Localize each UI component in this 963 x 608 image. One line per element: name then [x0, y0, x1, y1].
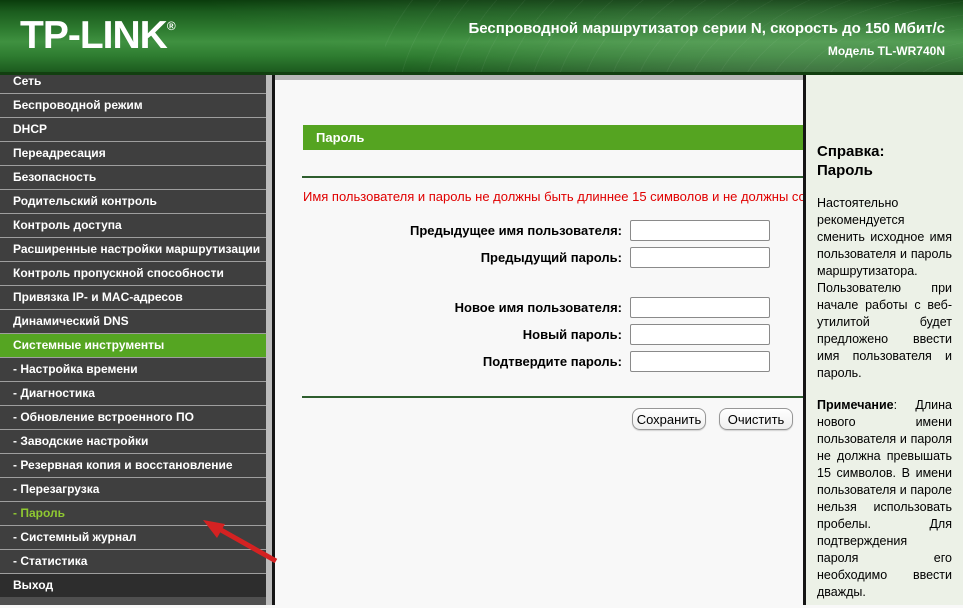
router-model: Модель TL-WR740N: [827, 44, 945, 58]
divider-bottom: [302, 396, 803, 398]
form-row: Новое имя пользователя:: [275, 294, 803, 321]
header: TP-LINK® Беспроводной маршрутизатор сери…: [0, 0, 963, 75]
save-button[interactable]: Сохранить: [632, 408, 706, 430]
body: Сеть Беспроводной режим DHCP Переадресация Б…: [0, 75, 963, 605]
help-content: Справка: Пароль Настоятельно рекомендует…: [806, 142, 963, 605]
sidebar-item-diagnostics[interactable]: - Диагностика: [0, 381, 266, 405]
divider-top: [302, 176, 803, 178]
content-top-strip: [275, 75, 803, 80]
sidebar-item-network[interactable]: Сеть: [0, 75, 266, 93]
sidebar-item-parental-control[interactable]: Родительский контроль: [0, 189, 266, 213]
button-row: Сохранить Очистить: [275, 408, 793, 430]
sidebar-item-reboot[interactable]: - Перезагрузка: [0, 477, 266, 501]
help-paragraph-1: Настоятельно рекомендуется сменить исход…: [817, 196, 952, 380]
help-heading-line1: Справка:: [817, 143, 885, 160]
new-password-input[interactable]: [630, 324, 770, 345]
old-password-label: Предыдущий пароль:: [480, 250, 622, 265]
sidebar: Сеть Беспроводной режим DHCP Переадресация Б…: [0, 75, 266, 605]
sidebar-item-factory-defaults[interactable]: - Заводские настройки: [0, 429, 266, 453]
router-admin-window: TP-LINK® Беспроводной маршрутизатор сери…: [0, 0, 963, 608]
new-username-label: Новое имя пользователя:: [454, 300, 622, 315]
sidebar-item-firmware-upgrade[interactable]: - Обновление встроенного ПО: [0, 405, 266, 429]
form-row: Подтвердите пароль:: [275, 348, 803, 375]
sidebar-item-backup-restore[interactable]: - Резервная копия и восстановление: [0, 453, 266, 477]
sidebar-item-advanced-routing[interactable]: Расширенные настройки маршрутизации: [0, 237, 266, 261]
old-username-label: Предыдущее имя пользователя:: [410, 223, 622, 238]
sidebar-item-dhcp[interactable]: DHCP: [0, 117, 266, 141]
confirm-password-label: Подтвердите пароль:: [482, 354, 622, 369]
router-description: Беспроводной маршрутизатор серии N, скор…: [468, 20, 945, 37]
tplink-logo: TP-LINK®: [20, 14, 176, 57]
sidebar-item-system-tools[interactable]: Системные инструменты: [0, 333, 266, 357]
sidebar-item-system-log[interactable]: - Системный журнал: [0, 525, 266, 549]
new-password-label: Новый пароль:: [522, 327, 622, 342]
sidebar-item-wireless[interactable]: Беспроводной режим: [0, 93, 266, 117]
old-username-input[interactable]: [630, 220, 770, 241]
sidebar-item-ip-mac-binding[interactable]: Привязка IP- и MAC-адресов: [0, 285, 266, 309]
password-form: Предыдущее имя пользователя: Предыдущий п…: [275, 217, 803, 375]
sidebar-scrollbar[interactable]: [266, 75, 275, 605]
header-right: Беспроводной маршрутизатор серии N, скор…: [468, 20, 945, 58]
help-panel: Справка: Пароль Настоятельно рекомендует…: [803, 75, 963, 605]
sidebar-item-access-control[interactable]: Контроль доступа: [0, 213, 266, 237]
form-row: Предыдущий пароль:: [275, 244, 803, 271]
help-paragraph-note: Примечание: Длина нового имени пользоват…: [817, 397, 952, 601]
confirm-password-input[interactable]: [630, 351, 770, 372]
help-heading-line2: Пароль: [817, 162, 873, 179]
sidebar-menu: Сеть Беспроводной режим DHCP Переадресация Б…: [0, 75, 266, 597]
help-heading: Справка: Пароль: [817, 142, 952, 180]
form-group-gap: [275, 271, 803, 294]
form-row: Новый пароль:: [275, 321, 803, 348]
old-password-input[interactable]: [630, 247, 770, 268]
form-row: Предыдущее имя пользователя:: [275, 217, 803, 244]
sidebar-item-security[interactable]: Безопасность: [0, 165, 266, 189]
sidebar-item-time-settings[interactable]: - Настройка времени: [0, 357, 266, 381]
sidebar-item-statistics[interactable]: - Статистика: [0, 549, 266, 573]
help-note-text: : Длина нового имени пользователя и паро…: [817, 398, 952, 599]
sidebar-item-bandwidth-control[interactable]: Контроль пропускной способности: [0, 261, 266, 285]
page-title: Пароль: [303, 125, 803, 150]
help-note-label: Примечание: [817, 398, 894, 412]
registered-mark: ®: [166, 19, 176, 33]
sidebar-item-forwarding[interactable]: Переадресация: [0, 141, 266, 165]
sidebar-item-password[interactable]: - Пароль: [0, 501, 266, 525]
main-content: Пароль Имя пользователя и пароль не долж…: [275, 75, 803, 605]
password-warning-text: Имя пользователя и пароль не должны быть…: [303, 189, 803, 204]
new-username-input[interactable]: [630, 297, 770, 318]
clear-button[interactable]: Очистить: [719, 408, 793, 430]
sidebar-item-logout[interactable]: Выход: [0, 573, 266, 597]
sidebar-item-dynamic-dns[interactable]: Динамический DNS: [0, 309, 266, 333]
